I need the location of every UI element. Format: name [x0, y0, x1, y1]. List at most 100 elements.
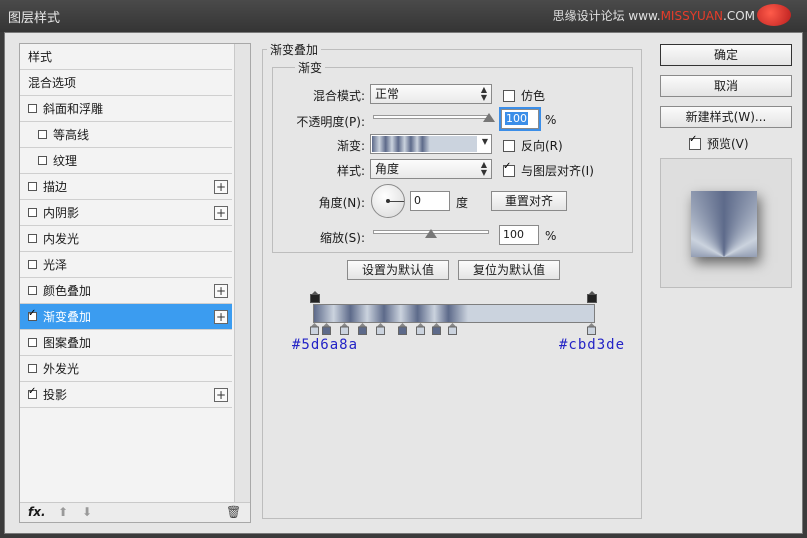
color-stop[interactable] [310, 323, 319, 338]
sidebar-item-outer-glow[interactable]: 外发光 [20, 356, 232, 382]
window-title: 图层样式 [8, 11, 61, 26]
sidebar-item-color-overlay[interactable]: 颜色叠加 + [20, 278, 232, 304]
reverse-checkbox[interactable] [503, 139, 515, 152]
sidebar-item-label: 渐变叠加 [43, 310, 92, 324]
sidebar-item-satin[interactable]: 光泽 [20, 252, 232, 278]
sidebar-item-label: 颜色叠加 [43, 284, 92, 298]
color-stop[interactable] [322, 323, 331, 338]
blend-mode-label: 混合模式: [312, 89, 365, 103]
angle-dial[interactable] [371, 184, 405, 218]
watermark-domain-red: MISSYUAN [660, 9, 723, 23]
sidebar-item-drop-shadow[interactable]: 投影 + [20, 382, 232, 408]
reverse-option[interactable]: 反向(R) [503, 137, 563, 154]
sidebar-item-texture[interactable]: 纹理 [20, 148, 232, 174]
drop-shadow-checkbox[interactable] [28, 386, 37, 399]
watermark-domain-prefix: www. [628, 9, 661, 23]
move-down-icon[interactable]: ⬇ [82, 505, 92, 519]
sidebar-item-inner-glow[interactable]: 内发光 [20, 226, 232, 252]
blend-mode-select[interactable]: 正常 ▲ ▼ [370, 84, 492, 104]
outer-glow-checkbox[interactable] [28, 364, 37, 373]
cancel-button[interactable]: 取消 [660, 75, 792, 97]
dither-option[interactable]: 仿色 [503, 87, 545, 104]
color-stop[interactable] [432, 323, 441, 338]
add-gradient-overlay-button[interactable]: + [214, 310, 228, 324]
watermark: 思缘设计论坛 www.MISSYUAN.COM [553, 7, 755, 24]
align-option[interactable]: 与图层对齐(I) [503, 161, 594, 179]
blend-mode-value: 正常 [375, 87, 400, 101]
opacity-label: 不透明度(P): [296, 115, 365, 129]
color-stop[interactable] [358, 323, 367, 338]
angle-dial-indicator [388, 201, 404, 202]
watermark-text: 思缘设计论坛 [552, 9, 625, 23]
stroke-checkbox[interactable] [28, 182, 37, 191]
style-select[interactable]: 角度 ▲ ▼ [370, 159, 492, 179]
group-title: 渐变叠加 [267, 41, 322, 58]
reverse-label: 反向(R) [521, 139, 563, 153]
fx-button[interactable]: fx. [28, 505, 46, 519]
move-up-icon[interactable]: ⬆ [58, 505, 68, 519]
sidebar-item-label: 光泽 [43, 258, 68, 272]
inner-glow-checkbox[interactable] [28, 234, 37, 243]
gradient-editor-bar[interactable] [313, 304, 595, 323]
preview-option[interactable]: 预览(V) [689, 134, 749, 152]
sidebar-item-pattern-overlay[interactable]: 图案叠加 [20, 330, 232, 356]
style-list-scrollbar[interactable] [234, 44, 250, 504]
color-stop[interactable] [587, 323, 596, 338]
angle-dial-center [386, 199, 390, 203]
style-label: 样式: [336, 164, 365, 178]
add-stroke-button[interactable]: + [214, 180, 228, 194]
sidebar-item-stroke[interactable]: 描边 + [20, 174, 232, 200]
new-style-button[interactable]: 新建样式(W)... [660, 106, 792, 128]
style-list-header[interactable]: 样式 [20, 44, 232, 70]
satin-checkbox[interactable] [28, 260, 37, 269]
ok-button[interactable]: 确定 [660, 44, 792, 66]
sidebar-item-bevel-emboss[interactable]: 斜面和浮雕 [20, 96, 232, 122]
preview-checkbox[interactable] [689, 134, 701, 150]
sidebar-item-inner-shadow[interactable]: 内阴影 + [20, 200, 232, 226]
inner-shadow-checkbox[interactable] [28, 208, 37, 217]
color-stop[interactable] [340, 323, 349, 338]
contour-checkbox[interactable] [38, 130, 47, 139]
gradient-dropdown-icon[interactable]: ▼ [482, 137, 488, 146]
color-stop[interactable] [398, 323, 407, 338]
color-stops-row [310, 323, 600, 337]
opacity-input[interactable]: 100 [499, 107, 541, 131]
watermark-logo-icon [757, 4, 791, 26]
left-color-hex: #5d6a8a [292, 337, 359, 353]
dither-checkbox[interactable] [503, 89, 515, 102]
sidebar-item-label: 投影 [43, 388, 68, 402]
angle-label: 角度(N): [318, 196, 365, 210]
preview-label: 预览(V) [707, 137, 749, 151]
gradient-picker[interactable]: ▼ [370, 134, 492, 154]
scale-slider-thumb[interactable] [425, 229, 437, 238]
opacity-slider-track[interactable] [373, 115, 489, 119]
trash-icon[interactable]: 🗑 [226, 505, 241, 519]
add-color-overlay-button[interactable]: + [214, 284, 228, 298]
pattern-overlay-checkbox[interactable] [28, 338, 37, 347]
bevel-emboss-checkbox[interactable] [28, 104, 37, 113]
opacity-unit: % [545, 113, 557, 127]
gradient-swatch[interactable] [372, 136, 477, 152]
align-checkbox[interactable] [503, 161, 515, 177]
gradient-overlay-checkbox[interactable] [28, 308, 37, 321]
add-drop-shadow-button[interactable]: + [214, 388, 228, 402]
sidebar-item-contour[interactable]: 等高线 [20, 122, 232, 148]
opacity-slider-thumb[interactable] [483, 113, 495, 122]
preview-swatch [691, 191, 757, 257]
reset-default-button[interactable]: 复位为默认值 [458, 260, 560, 280]
add-inner-shadow-button[interactable]: + [214, 206, 228, 220]
fx-suffix: . [40, 505, 46, 519]
gradient-label: 渐变: [336, 139, 365, 153]
color-overlay-checkbox[interactable] [28, 286, 37, 295]
set-default-button[interactable]: 设置为默认值 [347, 260, 449, 280]
angle-input[interactable]: 0 [410, 191, 450, 211]
color-stop[interactable] [448, 323, 457, 338]
sidebar-item-gradient-overlay[interactable]: 渐变叠加 + [20, 304, 232, 330]
texture-checkbox[interactable] [38, 156, 47, 165]
blend-options-item[interactable]: 混合选项 [20, 70, 232, 96]
reset-align-button[interactable]: 重置对齐 [491, 191, 567, 211]
scale-input[interactable]: 100 [499, 225, 539, 245]
color-stop[interactable] [376, 323, 385, 338]
color-stop[interactable] [416, 323, 425, 338]
layer-style-dialog: 样式 混合选项 斜面和浮雕 等高线 纹理 描边 + 内阴影 + 内发光 光泽 颜… [4, 32, 803, 534]
